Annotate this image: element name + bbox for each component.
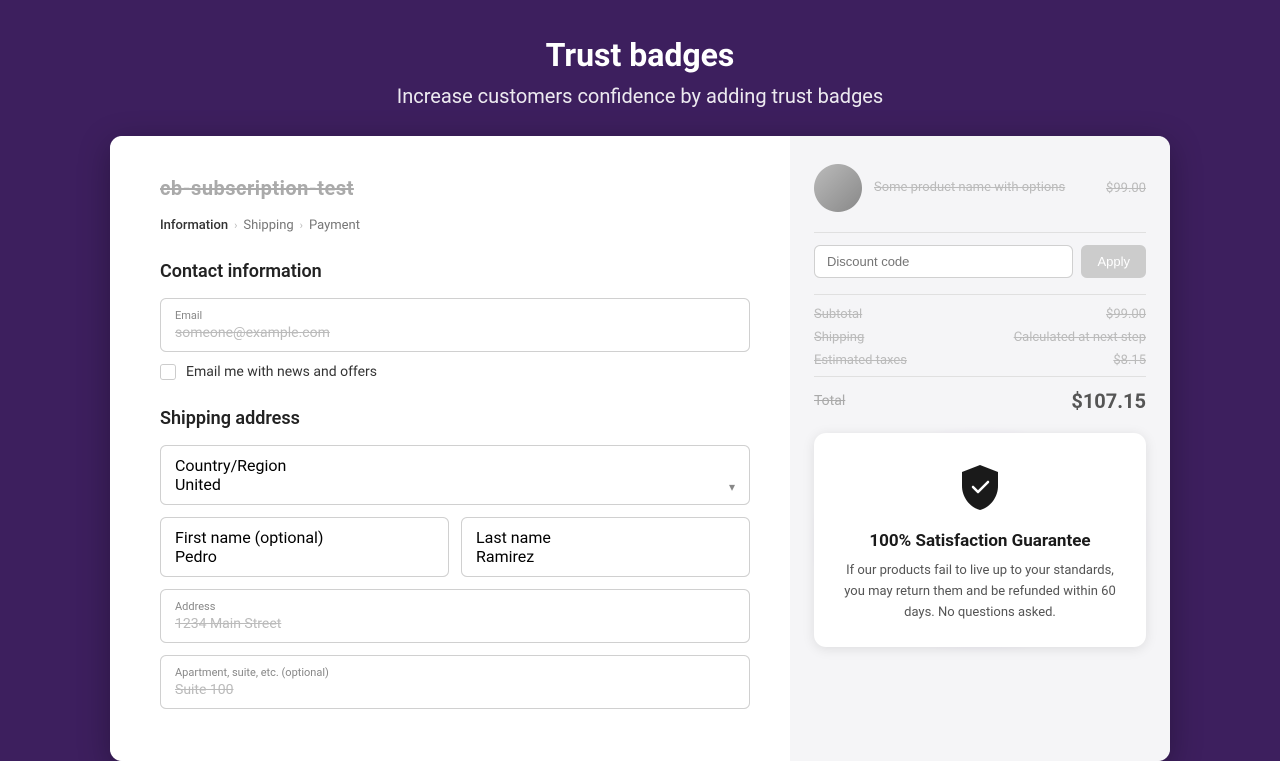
total-value: $107.15 xyxy=(1071,389,1146,413)
breadcrumb-information[interactable]: Information xyxy=(160,218,228,233)
shield-check-icon xyxy=(954,461,1006,513)
apply-button[interactable]: Apply xyxy=(1081,245,1146,278)
estimated-label: Estimated taxes xyxy=(814,353,907,368)
country-select[interactable]: Country/Region United ▾ xyxy=(160,445,750,505)
breadcrumb-shipping[interactable]: Shipping xyxy=(243,218,293,233)
divider-1 xyxy=(814,232,1146,233)
breadcrumb-sep-2: › xyxy=(300,219,303,232)
promo-input[interactable] xyxy=(814,245,1073,278)
address-field[interactable]: Address 1234 Main Street xyxy=(160,589,750,643)
newsletter-row: Email me with news and offers xyxy=(160,364,750,380)
shipping-row: Shipping Calculated at next step xyxy=(814,330,1146,345)
trust-badge-container: 100% Satisfaction Guarantee If our produ… xyxy=(814,433,1146,647)
order-item-details: Some product name with options xyxy=(874,179,1094,197)
total-row: Total $107.15 xyxy=(814,376,1146,425)
address-value: 1234 Main Street xyxy=(175,616,735,632)
estimated-value: $8.15 xyxy=(1113,353,1146,368)
contact-section-title: Contact information xyxy=(160,261,750,282)
main-card: cb-subscription-test Information › Shipp… xyxy=(110,136,1170,761)
email-label: Email xyxy=(175,309,735,322)
trust-badge-card: 100% Satisfaction Guarantee If our produ… xyxy=(814,433,1146,647)
email-value: someone@example.com xyxy=(175,325,735,341)
trust-badge-title: 100% Satisfaction Guarantee xyxy=(838,531,1122,551)
estimated-row: Estimated taxes $8.15 xyxy=(814,353,1146,368)
order-item-name: Some product name with options xyxy=(874,179,1094,197)
breadcrumb-sep-1: › xyxy=(234,219,237,232)
country-value: United xyxy=(175,475,286,494)
order-item: Some product name with options $99.00 xyxy=(814,164,1146,212)
email-field[interactable]: Email someone@example.com xyxy=(160,298,750,352)
total-label: Total xyxy=(814,393,845,409)
subtotal-label: Subtotal xyxy=(814,307,862,322)
apt-value: Suite 100 xyxy=(175,682,735,698)
product-avatar xyxy=(814,164,862,212)
first-name-label: First name (optional) xyxy=(175,528,434,547)
store-name: cb-subscription-test xyxy=(160,176,750,200)
left-panel: cb-subscription-test Information › Shipp… xyxy=(110,136,790,761)
first-name-value: Pedro xyxy=(175,547,434,566)
shield-icon-wrapper xyxy=(838,461,1122,517)
newsletter-label: Email me with news and offers xyxy=(186,364,377,380)
name-row: First name (optional) Pedro Last name Ra… xyxy=(160,517,750,577)
subtotal-row: Subtotal $99.00 xyxy=(814,307,1146,322)
breadcrumb-payment[interactable]: Payment xyxy=(309,218,360,233)
right-panel: Some product name with options $99.00 Ap… xyxy=(790,136,1170,761)
divider-2 xyxy=(814,294,1146,295)
country-label: Country/Region xyxy=(175,456,286,475)
last-name-field[interactable]: Last name Ramirez xyxy=(461,517,750,577)
subtotal-value: $99.00 xyxy=(1106,307,1146,322)
shipping-section: Shipping address Country/Region United ▾… xyxy=(160,408,750,709)
order-item-price: $99.00 xyxy=(1106,181,1146,196)
last-name-value: Ramirez xyxy=(476,547,735,566)
apt-label: Apartment, suite, etc. (optional) xyxy=(175,666,735,679)
newsletter-checkbox[interactable] xyxy=(160,364,176,380)
hero-title: Trust badges xyxy=(397,36,883,74)
hero-header: Trust badges Increase customers confiden… xyxy=(377,0,903,136)
promo-row: Apply xyxy=(814,245,1146,278)
trust-badge-description: If our products fail to live up to your … xyxy=(838,561,1122,623)
shipping-section-title: Shipping address xyxy=(160,408,750,429)
hero-subtitle: Increase customers confidence by adding … xyxy=(397,84,883,108)
breadcrumb: Information › Shipping › Payment xyxy=(160,218,750,233)
shipping-label: Shipping xyxy=(814,330,864,345)
apt-field[interactable]: Apartment, suite, etc. (optional) Suite … xyxy=(160,655,750,709)
first-name-field[interactable]: First name (optional) Pedro xyxy=(160,517,449,577)
address-label: Address xyxy=(175,600,735,613)
shipping-value: Calculated at next step xyxy=(1014,330,1146,345)
chevron-down-icon: ▾ xyxy=(729,480,735,494)
last-name-label: Last name xyxy=(476,528,735,547)
